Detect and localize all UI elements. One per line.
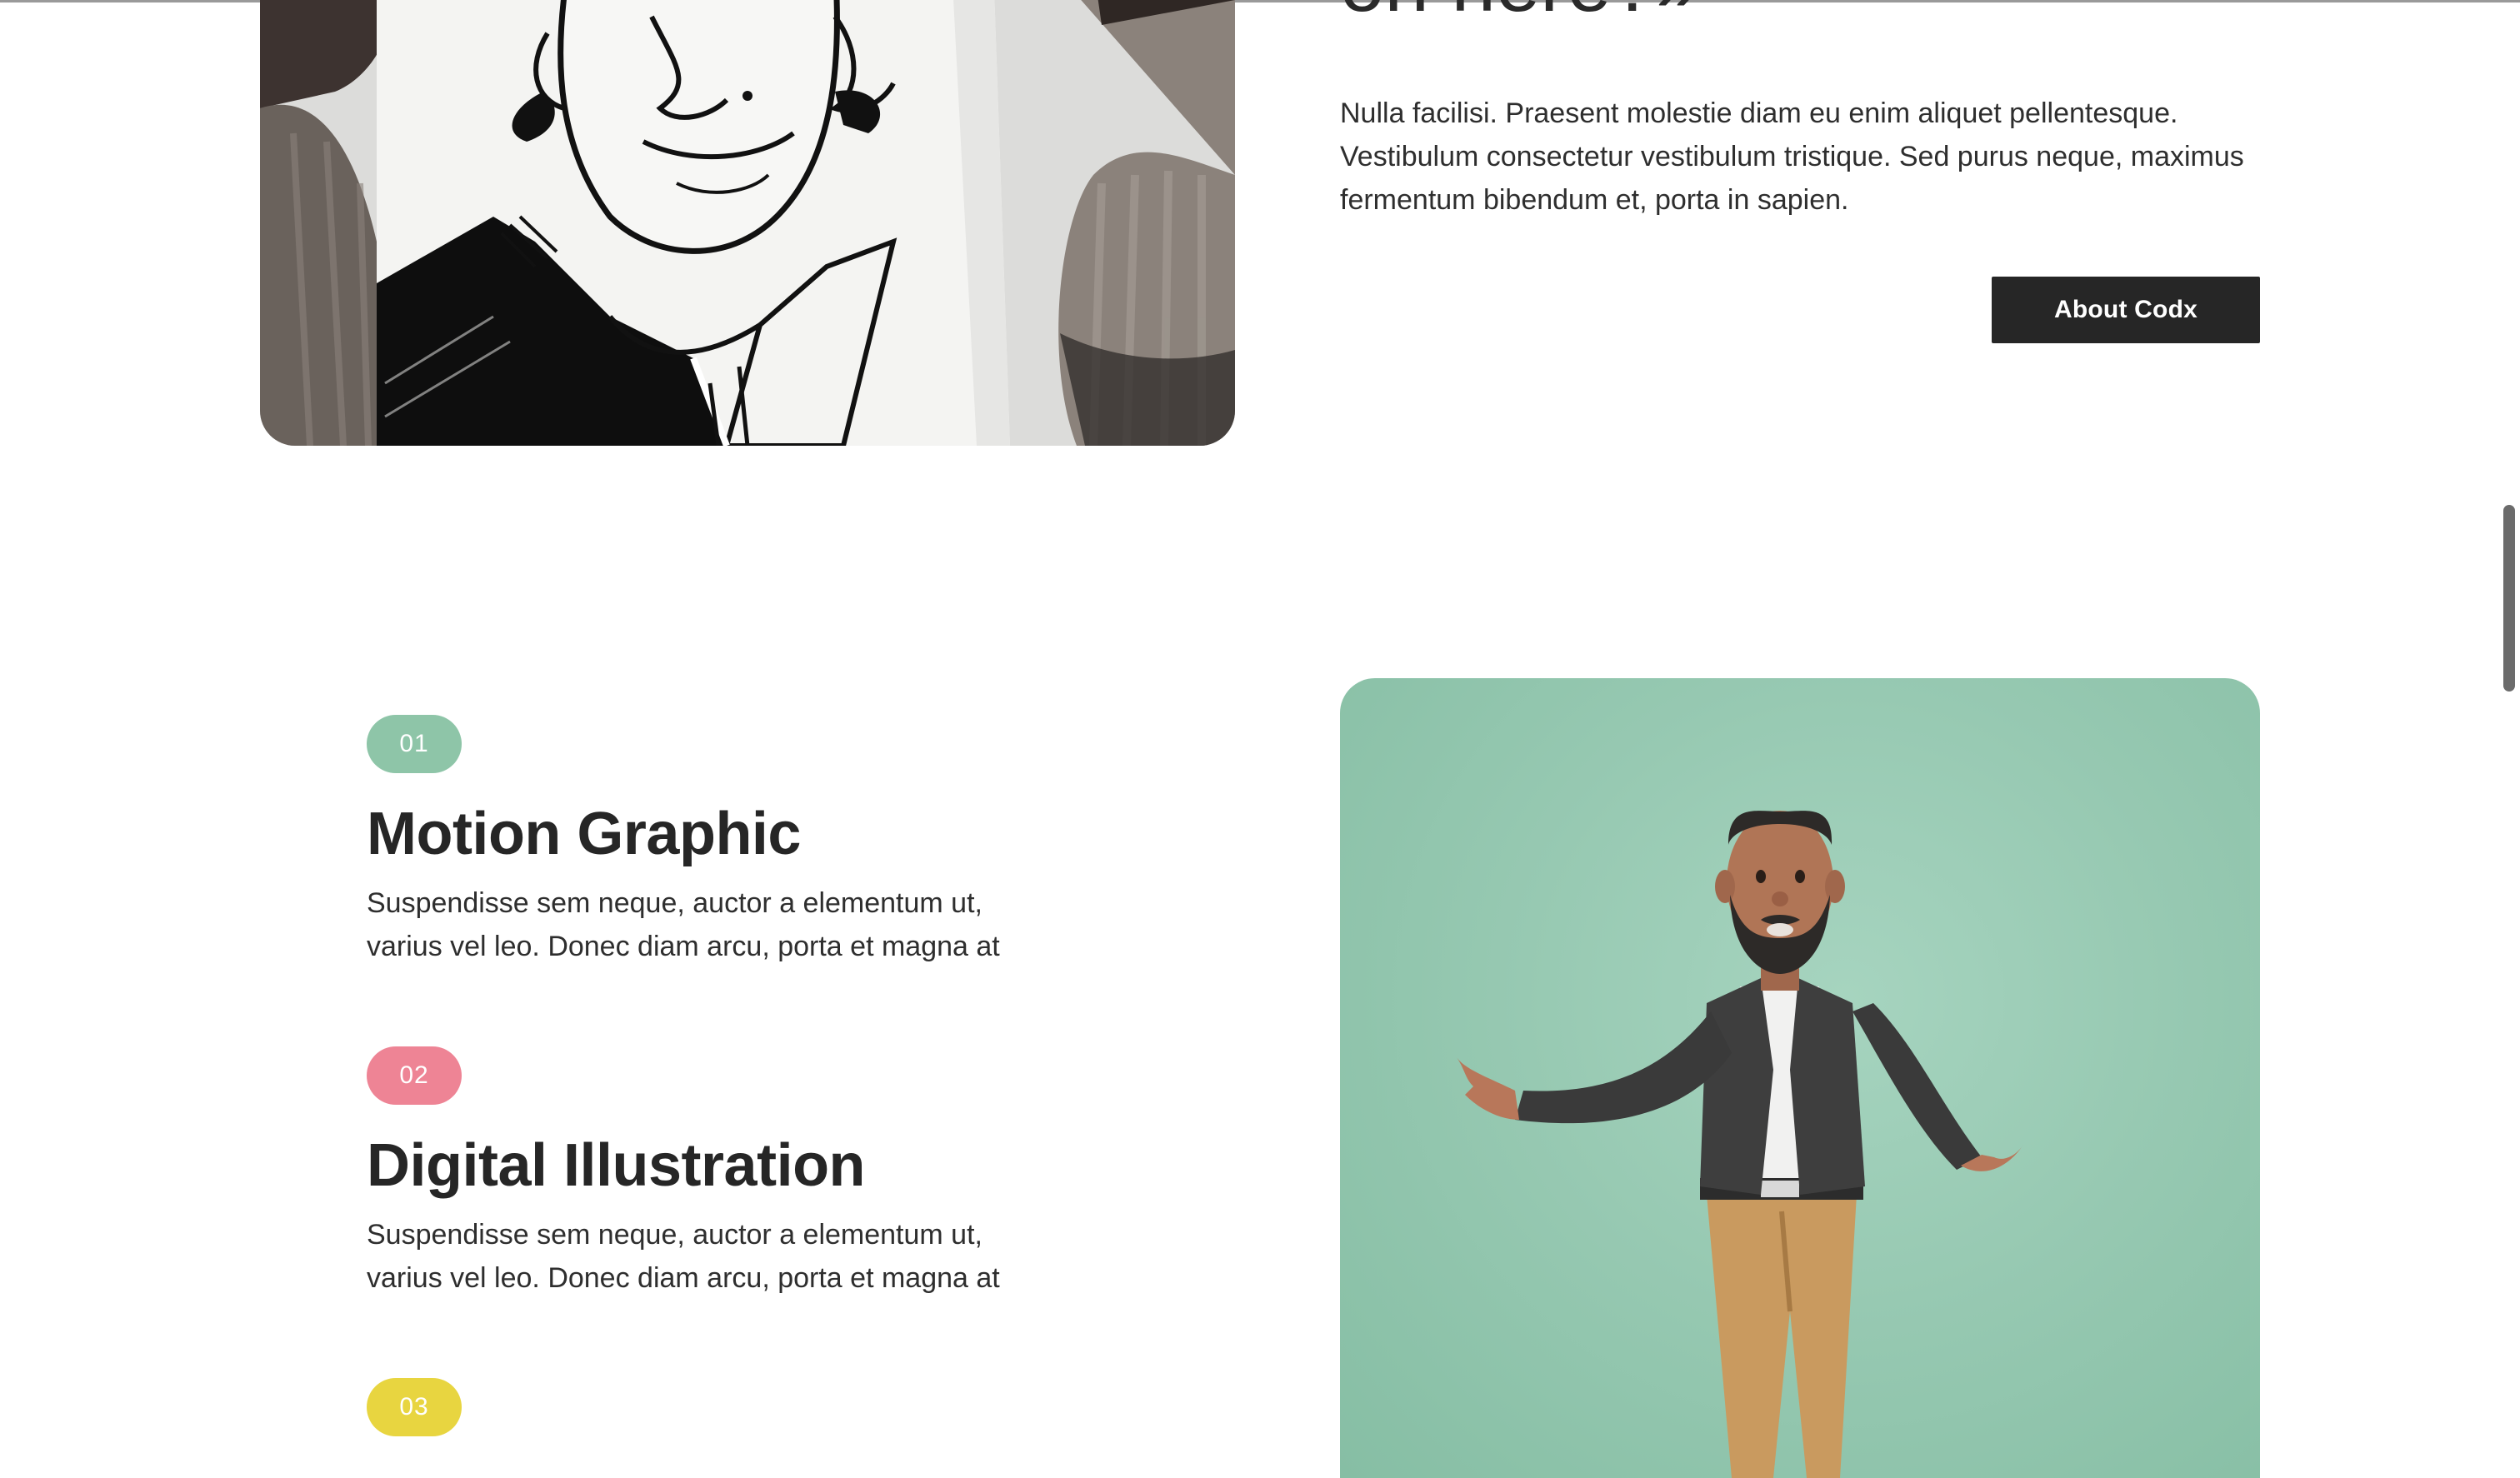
service-description: Suspendisse sem neque, auctor a elementu… [367, 1219, 1000, 1294]
about-codx-button[interactable]: About Codx [1992, 277, 2260, 343]
service-description: Suspendisse sem neque, auctor a elementu… [367, 887, 1000, 962]
service-number-badge: 03 [367, 1378, 462, 1436]
service-title: Digital Illustration [367, 1132, 866, 1199]
service-number-badge: 02 [367, 1046, 462, 1105]
character-illustration [1340, 678, 2260, 1478]
service-title: Motion Graphic [367, 801, 801, 867]
sketch-photo [260, 0, 1235, 446]
page-scrollbar-thumb[interactable] [2503, 505, 2515, 692]
service-number-badge: 01 [367, 715, 462, 773]
service-item: 02 Digital Illustration Suspendisse sem … [367, 1046, 1033, 1300]
about-paragraph: Nulla facilisi. Praesent molestie diam e… [1340, 97, 2244, 216]
section-heading: on here?» [1340, 0, 1700, 30]
service-item: 03 [367, 1378, 1033, 1436]
service-item: 01 Motion Graphic Suspendisse sem neque,… [367, 715, 1033, 968]
